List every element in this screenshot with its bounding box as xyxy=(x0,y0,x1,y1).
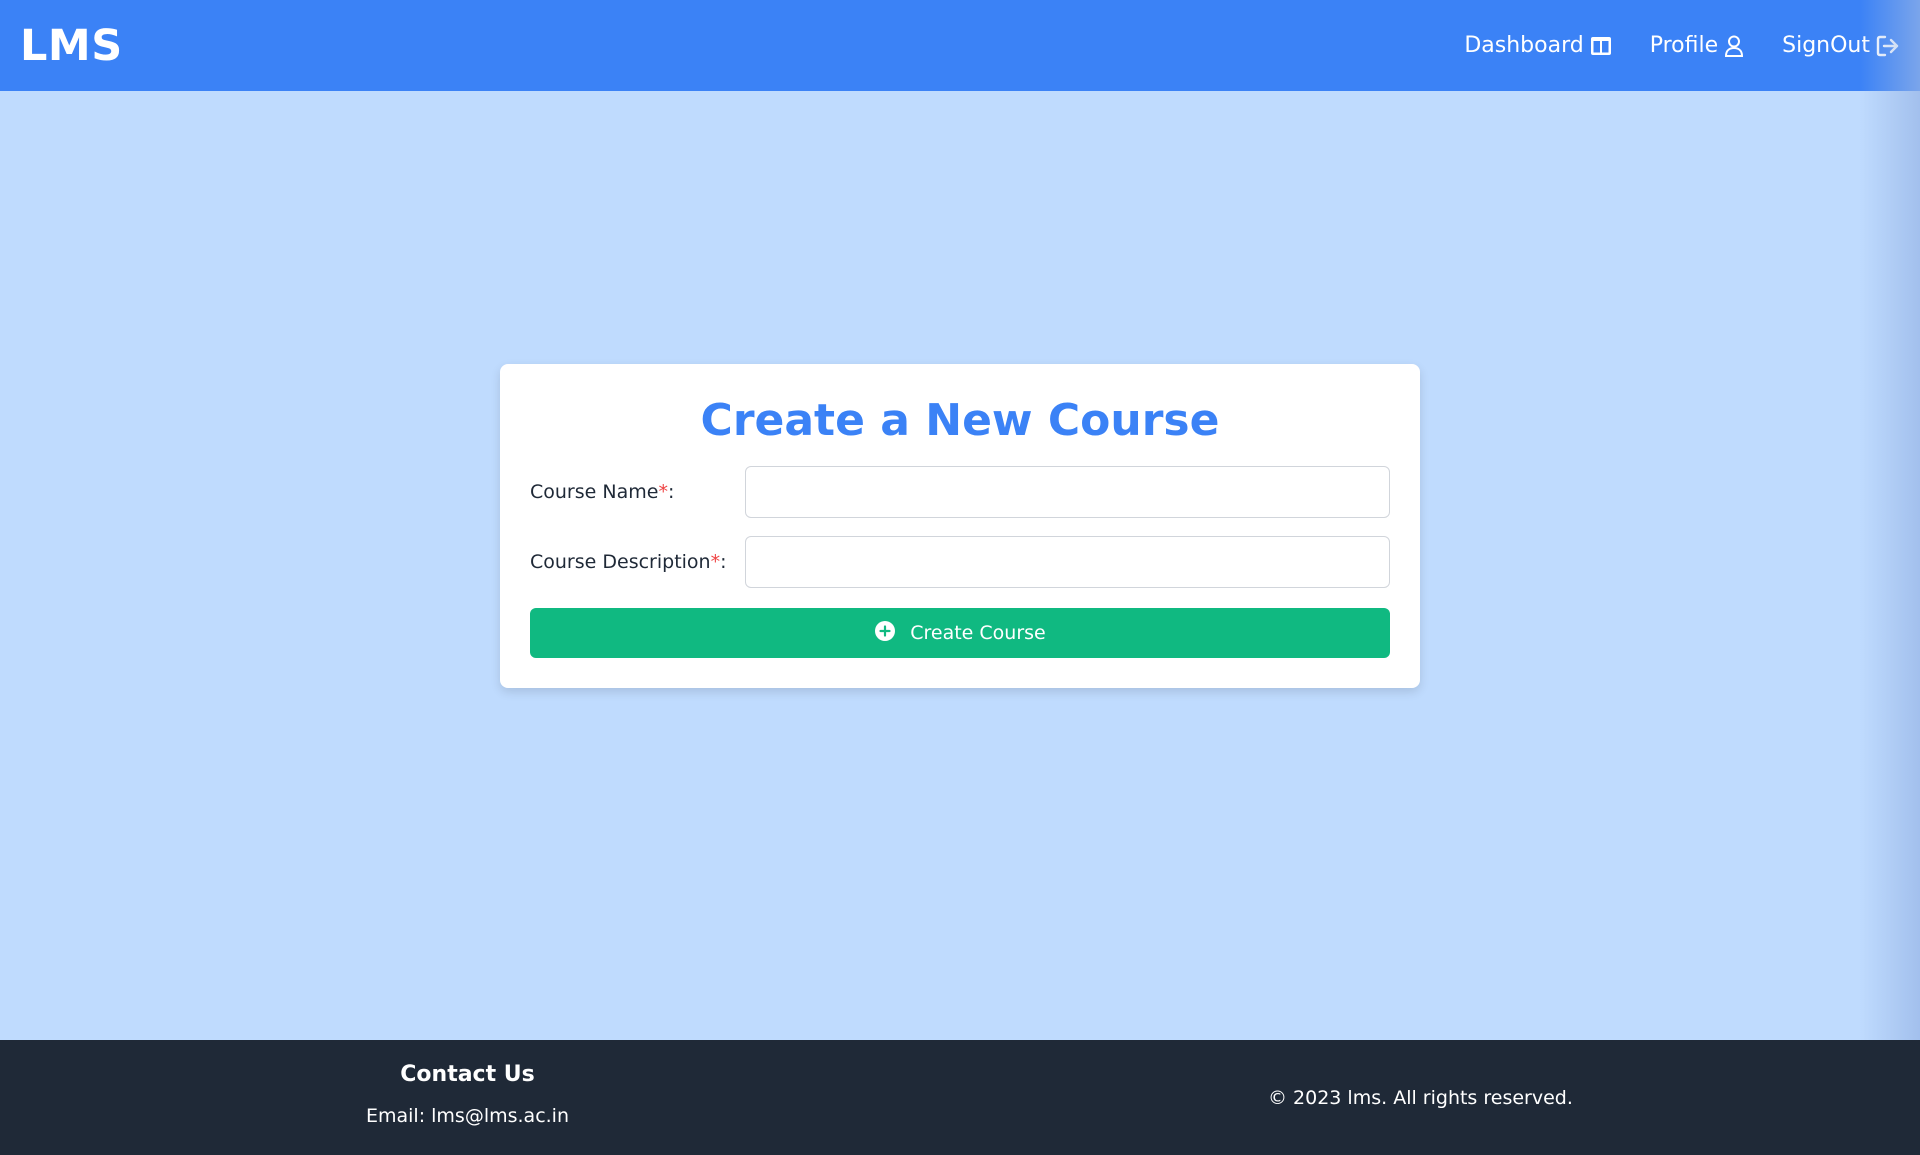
nav-dashboard-label: Dashboard xyxy=(1464,33,1584,58)
required-asterisk: * xyxy=(658,481,668,503)
nav-profile-link[interactable]: Profile xyxy=(1650,33,1744,58)
form-title: Create a New Course xyxy=(700,395,1220,446)
sign-out-icon xyxy=(1876,35,1900,57)
app-logo[interactable]: LMS xyxy=(20,21,123,71)
copyright-text: © 2023 lms. All rights reserved. xyxy=(1268,1087,1573,1109)
main-nav: Dashboard Profile SignOut xyxy=(1464,33,1900,58)
course-description-label: Course Description*: xyxy=(530,551,745,573)
create-course-card: Create a New Course Course Name*: Course… xyxy=(500,364,1420,688)
nav-profile-label: Profile xyxy=(1649,33,1719,58)
course-name-row: Course Name*: xyxy=(530,466,1390,518)
user-icon xyxy=(1724,35,1744,57)
plus-circle-icon xyxy=(874,620,896,647)
contact-section: Contact Us Email: lms@lms.ac.in xyxy=(350,1062,585,1127)
course-name-label-text: Course Name xyxy=(530,481,659,503)
course-description-row: Course Description*: xyxy=(530,536,1390,588)
contact-title: Contact Us xyxy=(400,1062,535,1087)
course-name-input[interactable] xyxy=(745,466,1390,518)
page-edge-shadow xyxy=(1860,0,1920,1040)
course-description-label-text: Course Description xyxy=(530,551,711,573)
create-course-button-label: Create Course xyxy=(910,622,1046,644)
dashboard-icon xyxy=(1590,36,1612,56)
site-footer: Contact Us Email: lms@lms.ac.in © 2023 l… xyxy=(0,1040,1920,1155)
contact-email[interactable]: Email: lms@lms.ac.in xyxy=(350,1105,585,1127)
required-asterisk: * xyxy=(710,551,721,573)
label-colon: : xyxy=(720,551,727,573)
course-name-label: Course Name*: xyxy=(530,481,745,503)
page: LMS Dashboard Profile SignOut Create a N… xyxy=(0,0,1920,1155)
nav-signout-label: SignOut xyxy=(1782,33,1870,58)
create-course-button[interactable]: Create Course xyxy=(530,608,1390,658)
label-colon: : xyxy=(667,481,675,503)
top-navbar: LMS Dashboard Profile SignOut xyxy=(0,0,1920,91)
nav-dashboard-link[interactable]: Dashboard xyxy=(1464,33,1611,58)
nav-signout-link[interactable]: SignOut xyxy=(1782,33,1900,58)
course-description-input[interactable] xyxy=(745,536,1390,588)
